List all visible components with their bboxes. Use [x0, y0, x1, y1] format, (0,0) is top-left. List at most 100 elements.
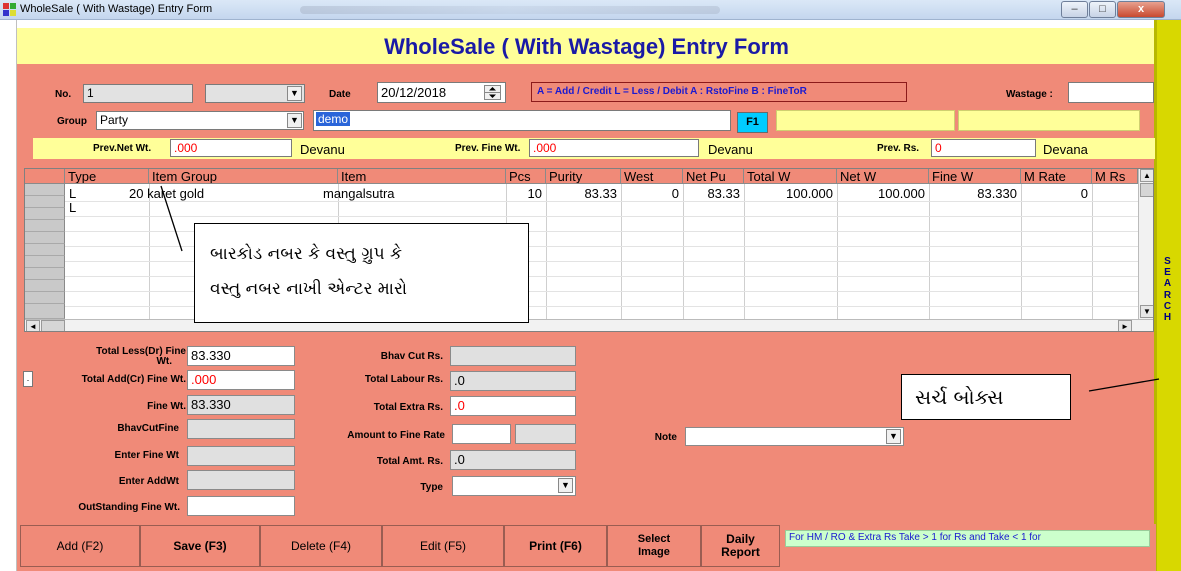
- dropdown-arrow-icon[interactable]: ▼: [287, 86, 302, 101]
- legend-box: A = Add / Credit L = Less / Debit A : Rs…: [531, 82, 907, 102]
- select-image-line1: Select: [637, 533, 671, 545]
- enter-addwt-field[interactable]: [187, 470, 295, 490]
- scroll-thumb[interactable]: [1140, 183, 1153, 197]
- search-strip-label[interactable]: S E A R C H: [1154, 256, 1181, 346]
- note-label: Note: [654, 432, 677, 443]
- party-info-box-2: [958, 110, 1140, 131]
- cell-fine-w[interactable]: 83.330: [929, 186, 1017, 201]
- cell-item[interactable]: mangalsutra: [323, 186, 395, 201]
- bhav-cut-rs-label: Bhav Cut Rs.: [380, 351, 443, 362]
- scroll-down-icon[interactable]: ▼: [1140, 305, 1153, 318]
- page-title: WholeSale ( With Wastage) Entry Form: [384, 34, 789, 59]
- cell-net-w[interactable]: 100.000: [837, 186, 925, 201]
- outstanding-fine-field[interactable]: [187, 496, 295, 516]
- expand-handle[interactable]: .: [23, 371, 33, 387]
- outstanding-fine-label: OutStanding Fine Wt.: [78, 502, 180, 513]
- col-header-net-pu[interactable]: Net Pu: [683, 169, 744, 184]
- col-header-m-rs[interactable]: M Rs: [1092, 169, 1138, 184]
- total-extra-field[interactable]: .0: [450, 396, 576, 416]
- date-label: Date: [329, 89, 351, 100]
- search-letter: A: [1163, 278, 1172, 290]
- col-header-fine-w[interactable]: Fine W: [929, 169, 1021, 184]
- bhavcutfine-label: BhavCutFine: [117, 423, 179, 434]
- enter-fine-wt-field[interactable]: [187, 446, 295, 466]
- col-header-item-group[interactable]: Item Group: [149, 169, 338, 184]
- delete-button[interactable]: Delete (F4): [260, 525, 382, 567]
- col-header-total-w[interactable]: Total W: [744, 169, 837, 184]
- fine-rate-result-field: [515, 424, 576, 444]
- cell-pcs[interactable]: 10: [506, 186, 542, 201]
- scroll-thumb[interactable]: [41, 320, 65, 331]
- party-info-box-1: [776, 110, 955, 131]
- cell-total-w[interactable]: 100.000: [744, 186, 833, 201]
- cell-type[interactable]: L: [69, 186, 76, 201]
- window-title: WholeSale ( With Wastage) Entry Form: [20, 3, 213, 15]
- col-header-west[interactable]: West: [621, 169, 683, 184]
- add-button[interactable]: Add (F2): [20, 525, 140, 567]
- hint-text: For HM / RO & Extra Rs Take > 1 for Rs a…: [785, 530, 1150, 547]
- prev-net-field: .000: [170, 139, 292, 157]
- row-header[interactable]: [25, 256, 65, 268]
- scroll-left-icon[interactable]: ◄: [26, 320, 40, 331]
- save-button[interactable]: Save (F3): [140, 525, 260, 567]
- row-header[interactable]: [25, 184, 65, 196]
- amount-to-fine-rate-field[interactable]: [452, 424, 511, 444]
- amount-to-fine-rate-label: Amount to Fine Rate: [347, 430, 445, 441]
- maximize-button[interactable]: □: [1089, 1, 1116, 18]
- col-header-m-rate[interactable]: M Rate: [1021, 169, 1092, 184]
- minimize-button[interactable]: –: [1061, 1, 1088, 18]
- scroll-up-icon[interactable]: ▲: [1140, 169, 1153, 182]
- scroll-right-icon[interactable]: ►: [1118, 320, 1132, 331]
- search-letter: R: [1163, 289, 1172, 301]
- fine-wt-label: Fine Wt.: [147, 401, 186, 412]
- col-header-type[interactable]: Type: [65, 169, 149, 184]
- bhavcutfine-field: [187, 419, 295, 439]
- row-header[interactable]: [25, 292, 65, 304]
- group-label: Group: [57, 116, 87, 127]
- grid-divider: [744, 184, 745, 319]
- row-header[interactable]: [25, 244, 65, 256]
- dropdown-arrow-icon[interactable]: ▼: [287, 113, 302, 128]
- edit-button[interactable]: Edit (F5): [382, 525, 504, 567]
- grid-divider: [149, 184, 150, 319]
- f1-button[interactable]: F1: [737, 112, 768, 133]
- row-header[interactable]: [25, 304, 65, 319]
- dropdown-arrow-icon[interactable]: ▼: [558, 478, 573, 493]
- col-header-net-w[interactable]: Net W: [837, 169, 929, 184]
- daily-report-button[interactable]: Daily Report: [701, 525, 780, 567]
- cell-purity[interactable]: 83.33: [546, 186, 617, 201]
- total-add-field[interactable]: .000: [187, 370, 295, 390]
- row-header[interactable]: [25, 220, 65, 232]
- total-labour-field: .0: [450, 371, 576, 391]
- col-header-item[interactable]: Item: [338, 169, 506, 184]
- cell-net-pu[interactable]: 83.33: [683, 186, 740, 201]
- grid-help-callout: બારકોડ નબર કે વસ્તુ ગ્રુપ કે વસ્તુ નબર ન…: [194, 223, 529, 323]
- print-button[interactable]: Print (F6): [504, 525, 607, 567]
- row-header[interactable]: [25, 280, 65, 292]
- enter-addwt-label: Enter AddWt: [118, 476, 179, 487]
- cell-m-rate[interactable]: 0: [1021, 186, 1088, 201]
- group-select[interactable]: Party: [96, 111, 304, 130]
- total-amt-label: Total Amt. Rs.: [376, 456, 443, 467]
- col-header-pcs[interactable]: Pcs: [506, 169, 546, 184]
- col-header-purity[interactable]: Purity: [546, 169, 621, 184]
- note-select[interactable]: [685, 427, 904, 446]
- grid-vertical-scrollbar[interactable]: ▲ ▼: [1138, 169, 1153, 319]
- row-header[interactable]: [25, 268, 65, 280]
- row-header[interactable]: [25, 208, 65, 220]
- no-field[interactable]: 1: [83, 84, 193, 103]
- row-header[interactable]: [25, 196, 65, 208]
- close-button[interactable]: x: [1117, 1, 1165, 18]
- wastage-field[interactable]: [1068, 82, 1154, 103]
- cell-type[interactable]: L: [69, 200, 76, 215]
- party-name-field[interactable]: demo: [313, 110, 731, 131]
- prev-net-label: Prev.Net Wt.: [93, 143, 152, 154]
- select-image-button[interactable]: Select Image: [607, 525, 701, 567]
- dropdown-arrow-icon[interactable]: ▼: [886, 429, 901, 444]
- spin-icon[interactable]: [484, 85, 501, 100]
- row-header[interactable]: [25, 232, 65, 244]
- window-title-blurred: [300, 6, 720, 14]
- prev-fine-unit: Devanu: [708, 142, 753, 157]
- total-less-field[interactable]: 83.330: [187, 346, 295, 366]
- cell-west[interactable]: 0: [621, 186, 679, 201]
